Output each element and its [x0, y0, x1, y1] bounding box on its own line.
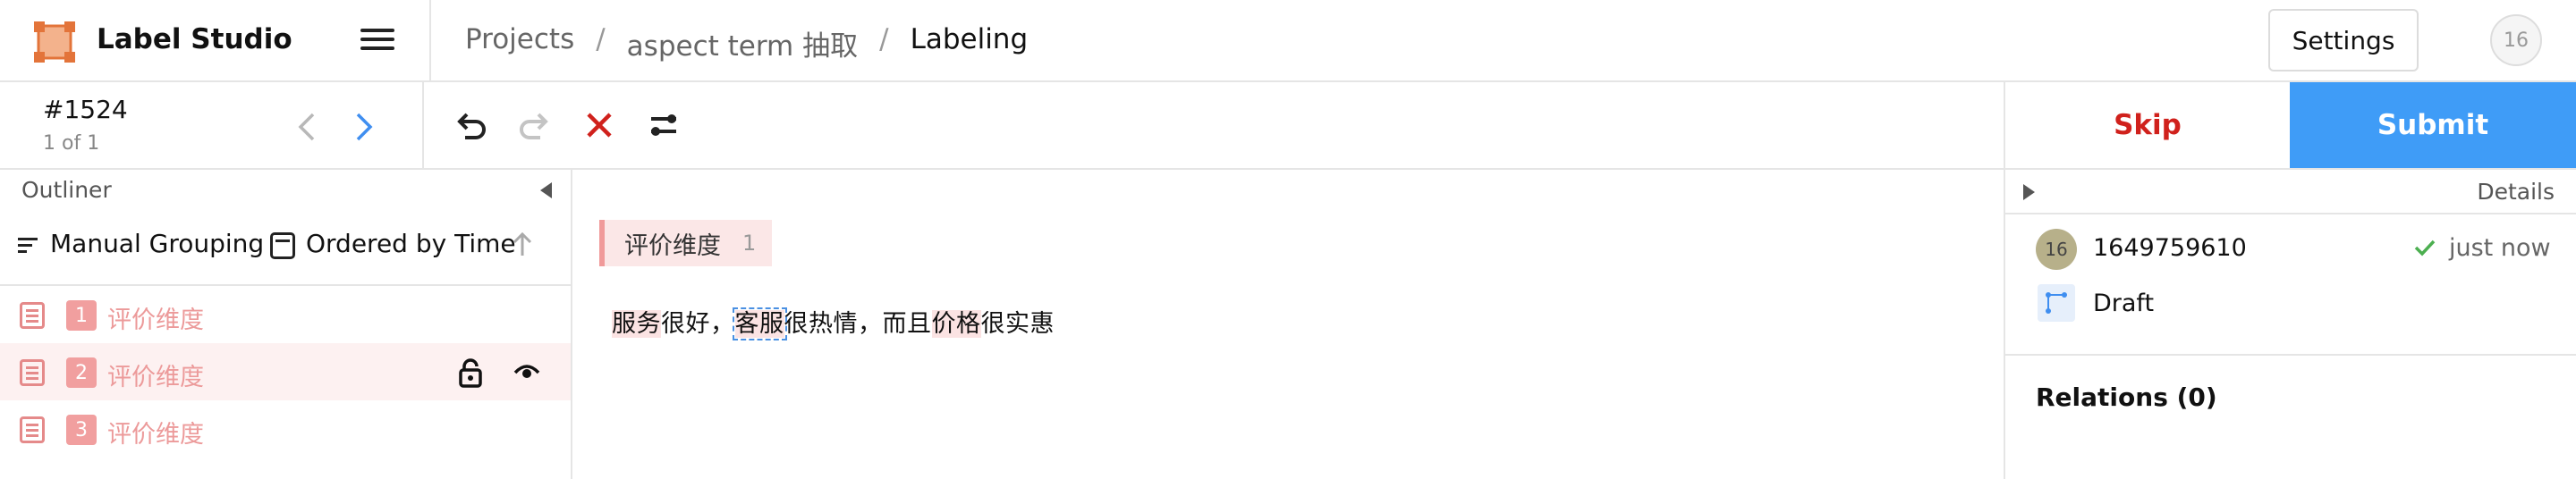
collapse-left-icon[interactable] [540, 182, 552, 198]
region-label: 评价维度 [107, 364, 204, 391]
details-title: Details [2477, 179, 2555, 205]
region-number: 2 [66, 357, 97, 388]
text-segment: 很好， [661, 310, 735, 338]
region-label: 评价维度 [107, 307, 204, 334]
highlighted-span[interactable]: 服务 [612, 310, 661, 338]
breadcrumb-current: Labeling [910, 23, 1029, 55]
breadcrumb-separator: / [596, 23, 606, 55]
region-item[interactable]: 1 评价维度 [0, 286, 571, 343]
header-divider [429, 0, 431, 82]
outliner-header: Outliner [0, 170, 571, 211]
label-chip[interactable]: 评价维度 1 [599, 220, 773, 266]
grouping-dropdown[interactable]: Manual Grouping [50, 229, 264, 258]
text-region-icon [20, 359, 45, 386]
region-item[interactable]: 3 评价维度 [0, 400, 571, 458]
toolbar-divider [422, 82, 424, 168]
user-avatar[interactable]: 16 [2490, 14, 2542, 66]
label-hotkey: 1 [742, 231, 757, 256]
outliner-controls: Manual Grouping Ordered by Time [0, 211, 571, 286]
label-name: 评价维度 [624, 231, 721, 260]
breadcrumb-separator: / [879, 23, 889, 55]
settings-button[interactable]: Settings [2268, 9, 2419, 71]
expand-right-icon[interactable] [2023, 184, 2035, 200]
eye-icon[interactable] [513, 361, 540, 382]
label-studio-logo[interactable] [34, 21, 75, 63]
breadcrumb-project[interactable]: aspect term 抽取 [627, 23, 858, 63]
text-segment: 很实惠 [980, 310, 1055, 338]
highlighted-span[interactable]: 价格 [931, 310, 981, 338]
region-item-selected[interactable]: 2 评价维度 [0, 343, 571, 400]
annotator-name: 1649759610 [2093, 234, 2247, 262]
details-panel: Details 16 1649759610 just now Draft Rel… [2004, 170, 2576, 479]
arrow-up-icon[interactable] [512, 231, 533, 257]
highlighted-span-selected[interactable]: 客服 [732, 307, 787, 340]
draft-icon [2038, 284, 2075, 322]
hamburger-icon[interactable] [354, 23, 401, 59]
annotation-time: just now [2449, 234, 2551, 262]
undo-icon[interactable] [449, 104, 492, 147]
region-number: 1 [66, 300, 97, 331]
details-header: Details [2005, 170, 2576, 214]
close-icon[interactable] [578, 104, 621, 147]
submit-button[interactable]: Submit [2290, 82, 2576, 168]
annotator-avatar: 16 [2036, 229, 2077, 270]
outliner-title: Outliner [21, 177, 112, 203]
grouping-icon[interactable] [18, 236, 39, 256]
text-region-icon [20, 416, 45, 443]
text-content[interactable]: 服务很好，客服很热情，而且价格很实惠 [612, 304, 1055, 340]
lock-icon[interactable] [458, 357, 483, 388]
check-icon [2414, 240, 2436, 256]
text-region-icon [20, 302, 45, 329]
relations-title[interactable]: Relations (0) [2036, 382, 2217, 412]
task-id: #1524 [43, 95, 128, 124]
region-number: 3 [66, 415, 97, 445]
redo-icon[interactable] [513, 104, 556, 147]
top-header: Label Studio Projects / aspect term 抽取 /… [0, 0, 2576, 82]
text-segment: 很热情，而且 [784, 310, 932, 338]
draft-status: Draft [2093, 290, 2155, 317]
chevron-left-icon[interactable] [293, 109, 320, 145]
breadcrumb-projects[interactable]: Projects [465, 23, 574, 63]
ordering-dropdown[interactable]: Ordered by Time [306, 229, 516, 258]
outliner-panel: Outliner Manual Grouping Ordered by Time… [0, 170, 572, 479]
skip-button[interactable]: Skip [2005, 82, 2290, 168]
task-toolbar: #1524 1 of 1 Skip Submit [0, 82, 2576, 170]
region-label: 评价维度 [107, 421, 204, 449]
app-title: Label Studio [97, 23, 292, 55]
breadcrumb: Projects / aspect term 抽取 / Labeling [465, 23, 1028, 63]
toggle-icon[interactable] [642, 104, 685, 147]
relations-divider [2005, 354, 2576, 356]
task-count: 1 of 1 [43, 132, 100, 155]
chevron-right-icon[interactable] [351, 109, 377, 145]
ordering-icon[interactable] [270, 232, 295, 259]
labeling-area: 评价维度 1 服务很好，客服很热情，而且价格很实惠 [572, 170, 2004, 479]
